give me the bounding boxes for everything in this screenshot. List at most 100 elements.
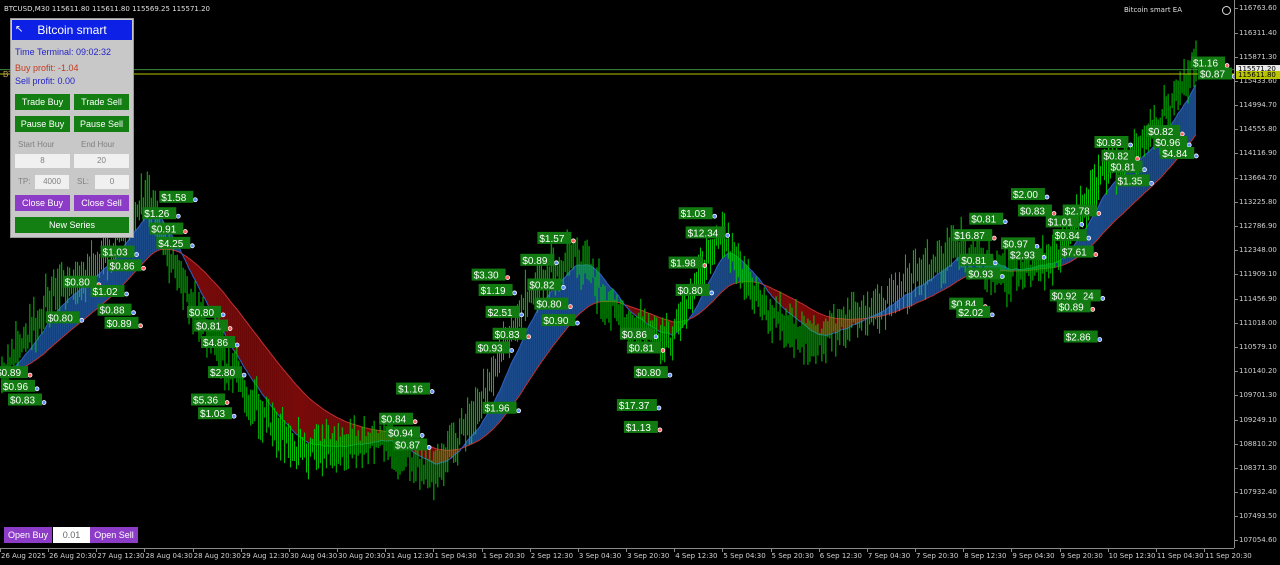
trade-marker — [1097, 211, 1101, 215]
price-tick — [1235, 33, 1238, 34]
time-label: 29 Aug 12:30 — [242, 552, 289, 560]
profit-label-text: $0.81 — [629, 343, 654, 354]
cursor-icon: ↖ — [15, 25, 22, 34]
pause-sell-button[interactable]: Pause Sell — [74, 116, 129, 132]
profit-label: $0.80 — [534, 298, 568, 311]
trade-marker — [517, 409, 521, 413]
profit-label: $1.01 — [1046, 215, 1080, 228]
time-axis[interactable]: 26 Aug 202526 Aug 20:3027 Aug 12:3028 Au… — [0, 548, 1234, 565]
trade-sell-button[interactable]: Trade Sell — [74, 94, 129, 110]
trade-marker — [668, 373, 672, 377]
profit-label-text: $0.84 — [1055, 231, 1080, 242]
profit-label-text: $0.89 — [522, 256, 547, 267]
cloud-segment — [784, 294, 786, 310]
profit-label-text: $1.03 — [103, 248, 128, 259]
cloud-segment — [271, 354, 273, 408]
end-hour-field[interactable]: 20 — [74, 154, 129, 168]
price-tick — [1235, 178, 1238, 179]
cloud-segment — [273, 356, 275, 410]
cloud-segment — [714, 268, 716, 300]
chart-area[interactable]: $0.89$0.96$0.83$0.80$0.80$1.03$0.86$1.02… — [0, 0, 1234, 548]
cloud-segment — [935, 274, 937, 294]
cloud-segment — [263, 343, 265, 397]
trade-marker — [225, 401, 229, 405]
time-terminal: Time Terminal: 09:02:32 — [15, 47, 111, 57]
trade-marker — [28, 373, 32, 377]
profit-label: $0.80 — [634, 366, 668, 379]
time-label: 26 Aug 2025 — [1, 552, 46, 560]
trade-marker — [1087, 236, 1091, 240]
new-series-button[interactable]: New Series — [15, 217, 129, 233]
cloud-segment — [541, 302, 543, 362]
trade-marker — [510, 348, 514, 352]
trade-marker — [427, 445, 431, 449]
price-chart[interactable]: $0.89$0.96$0.83$0.80$0.80$1.03$0.86$1.02… — [0, 0, 1234, 548]
cloud-segment — [143, 219, 145, 263]
profit-label: $4.84 — [1160, 147, 1194, 160]
start-hour-label: Start Hour — [18, 140, 54, 149]
profit-label-text: $0.89 — [107, 319, 132, 330]
time-label: 11 Sep 20:30 — [1205, 552, 1252, 560]
cloud-segment — [259, 338, 261, 392]
price-label: 107493.50 — [1239, 512, 1277, 520]
time-label: 3 Sep 20:30 — [627, 552, 669, 560]
profit-label-text: $1.01 — [1048, 217, 1073, 228]
trade-marker — [183, 230, 187, 234]
cloud-segment — [519, 343, 521, 396]
price-tick — [1235, 81, 1238, 82]
time-label: 28 Aug 04:30 — [145, 552, 192, 560]
price-label: 107054.60 — [1239, 536, 1277, 544]
time-label: 10 Sep 12:30 — [1109, 552, 1156, 560]
time-label: 31 Aug 12:30 — [386, 552, 433, 560]
profit-label-text: $4.84 — [1162, 149, 1187, 160]
open-sell-button[interactable]: Open Sell — [90, 527, 138, 543]
price-label: 110579.10 — [1239, 343, 1277, 351]
cloud-segment — [533, 314, 535, 374]
profit-label: $1.35 — [1115, 174, 1149, 187]
profit-label-text: $4.25 — [158, 239, 183, 250]
profit-label: $4.86 — [201, 336, 235, 349]
cloud-segment — [245, 320, 247, 371]
smiley-icon[interactable] — [1222, 6, 1231, 15]
time-label: 30 Aug 04:30 — [290, 552, 337, 560]
open-buy-button[interactable]: Open Buy — [4, 527, 52, 543]
close-sell-button[interactable]: Close Sell — [74, 195, 129, 211]
trade-buy-button[interactable]: Trade Buy — [15, 94, 70, 110]
profit-label-text: $0.82 — [529, 280, 554, 291]
cloud-segment — [1110, 185, 1112, 226]
trade-marker — [1149, 181, 1153, 185]
cloud-segment — [1102, 195, 1104, 234]
cloud-segment — [203, 271, 205, 299]
profit-label: $1.57 — [537, 232, 571, 245]
time-label: 9 Sep 04:30 — [1012, 552, 1054, 560]
sl-field[interactable]: 0 — [95, 175, 129, 189]
close-buy-button[interactable]: Close Buy — [15, 195, 70, 211]
tp-field[interactable]: 4000 — [35, 175, 69, 189]
profit-label-text: $0.80 — [48, 313, 73, 324]
profit-label: $0.82 — [527, 278, 561, 291]
profit-label: $0.89 — [1057, 300, 1091, 313]
lot-size-input[interactable]: 0.01 — [53, 527, 90, 543]
profit-label: $0.80 — [187, 306, 221, 319]
profit-label: $0.81 — [1108, 161, 1142, 174]
trade-marker — [713, 214, 717, 218]
trade-marker — [1128, 143, 1132, 147]
start-hour-field[interactable]: 8 — [15, 154, 70, 168]
profit-label-text: $0.80 — [65, 278, 90, 289]
price-axis[interactable]: 116763.60116311.40115871.30115433.601149… — [1234, 0, 1280, 548]
trade-marker — [1000, 274, 1004, 278]
cloud-segment — [720, 258, 722, 293]
cloud-segment — [953, 261, 955, 285]
pause-buy-button[interactable]: Pause Buy — [15, 116, 70, 132]
profit-label-text: $1.58 — [161, 193, 186, 204]
profit-label-text: $0.80 — [536, 300, 561, 311]
trade-marker — [703, 264, 707, 268]
price-tick — [1235, 202, 1238, 203]
profit-label: $0.91 — [149, 223, 183, 236]
price-label: 107932.40 — [1239, 488, 1277, 496]
trade-marker — [413, 420, 417, 424]
profit-label-text: $0.83 — [1020, 206, 1045, 217]
time-label: 8 Sep 12:30 — [964, 552, 1006, 560]
cloud-segment — [535, 311, 537, 371]
profit-label: $0.81 — [194, 320, 228, 333]
